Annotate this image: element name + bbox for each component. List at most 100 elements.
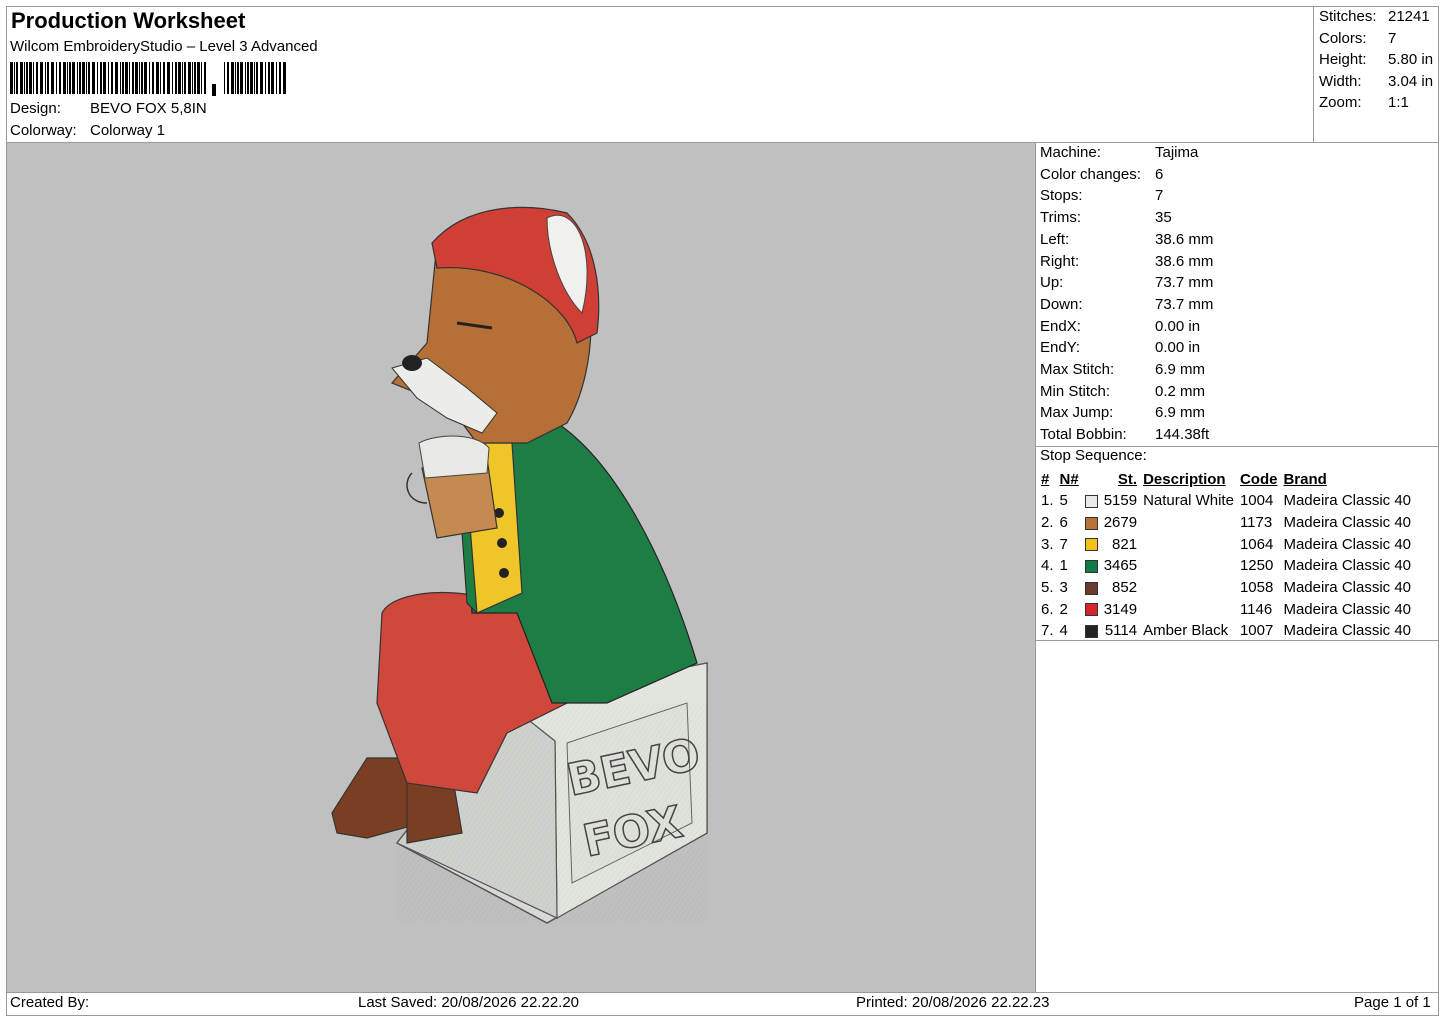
color-swatch bbox=[1082, 620, 1101, 642]
needle-number: 3 bbox=[1059, 579, 1068, 597]
color-swatch bbox=[1082, 533, 1101, 555]
created-by: Created By: bbox=[10, 994, 90, 1011]
stat-zoom: Zoom: 1:1 bbox=[1319, 94, 1409, 111]
info-label: Min Stitch: bbox=[1040, 382, 1111, 400]
table-row: 3. 7 821 1064 Madeira Classic 40 bbox=[1038, 533, 1414, 555]
color-description bbox=[1140, 577, 1237, 599]
info-label: Up: bbox=[1040, 274, 1064, 292]
thread-swatch bbox=[1084, 559, 1098, 573]
info-row: Max Jump: 6.9 mm bbox=[1040, 404, 1205, 421]
thread-swatch bbox=[1084, 516, 1098, 530]
info-label: Color changes: bbox=[1040, 165, 1141, 183]
worksheet-footer: Created By: Last Saved: 20/08/2026 22.22… bbox=[6, 992, 1439, 1016]
info-value: 144.38ft bbox=[1155, 426, 1210, 444]
color-description: Amber Black bbox=[1143, 622, 1229, 640]
stitch-count: 3465 bbox=[1103, 557, 1138, 575]
info-value: 7 bbox=[1155, 187, 1164, 205]
thread-swatch bbox=[1084, 625, 1098, 638]
table-row: 5. 3 852 1058 Madeira Classic 40 bbox=[1038, 577, 1414, 599]
info-value: 0.00 in bbox=[1155, 339, 1201, 357]
needle-number: 6 bbox=[1059, 514, 1068, 532]
col-number: # bbox=[1041, 471, 1050, 488]
info-row: Stops: 7 bbox=[1040, 187, 1163, 204]
table-row: 7. 4 5114 Amber Black 1007 Madeira Classic 40 bbox=[1038, 620, 1414, 642]
thread-code: 1064 bbox=[1239, 535, 1274, 553]
col-swatch bbox=[1082, 469, 1101, 490]
info-value: 38.6 mm bbox=[1155, 230, 1214, 248]
table-row: 4. 1 3465 1250 Madeira Classic 40 bbox=[1038, 555, 1414, 577]
info-row: EndY: 0.00 in bbox=[1040, 339, 1200, 356]
stitch-count: 3149 bbox=[1103, 600, 1138, 618]
color-swatch bbox=[1082, 577, 1101, 599]
info-row: Min Stitch: 0.2 mm bbox=[1040, 383, 1205, 400]
thread-brand: Madeira Classic 40 bbox=[1283, 579, 1412, 597]
info-row: EndX: 0.00 in bbox=[1040, 318, 1200, 335]
col-n: N# bbox=[1059, 471, 1079, 488]
color-swatch bbox=[1082, 555, 1101, 577]
thread-brand: Madeira Classic 40 bbox=[1283, 622, 1412, 640]
col-st: St. bbox=[1117, 471, 1138, 488]
info-label: EndX: bbox=[1040, 317, 1081, 335]
info-label: Machine: bbox=[1040, 144, 1101, 161]
info-label: Right: bbox=[1040, 252, 1080, 270]
thread-swatch bbox=[1084, 494, 1098, 508]
info-value: 73.7 mm bbox=[1155, 295, 1214, 313]
info-value: 38.6 mm bbox=[1155, 252, 1214, 270]
table-row: 2. 6 2679 1173 Madeira Classic 40 bbox=[1038, 512, 1414, 534]
last-saved: Last Saved: 20/08/2026 22.22.20 bbox=[358, 994, 580, 1011]
printed-date: Printed: 20/08/2026 22.22.23 bbox=[856, 994, 1050, 1011]
thread-brand: Madeira Classic 40 bbox=[1283, 535, 1412, 553]
info-row: Down: 73.7 mm bbox=[1040, 296, 1213, 313]
info-label: Trims: bbox=[1040, 209, 1082, 227]
info-row: Color changes: 6 bbox=[1040, 166, 1163, 183]
info-row: Total Bobbin: 144.38ft bbox=[1040, 426, 1209, 443]
stat-height: Height: 5.80 in bbox=[1319, 51, 1434, 68]
software-name: Wilcom EmbroideryStudio – Level 3 Advanc… bbox=[10, 38, 318, 55]
design-row: Design: BEVO FOX 5,8IN bbox=[10, 100, 207, 117]
needle-number: 7 bbox=[1059, 535, 1068, 553]
table-row: 1. 5 5159 Natural White 1004 Madeira Classic … bbox=[1038, 490, 1414, 512]
color-description bbox=[1140, 555, 1237, 577]
design-value: BEVO FOX 5,8IN bbox=[90, 100, 207, 117]
col-code: Code bbox=[1239, 471, 1278, 488]
sequence-number: 4. bbox=[1041, 557, 1054, 575]
table-header-row: # N# St. Description Code Brand bbox=[1038, 469, 1414, 490]
col-brand: Brand bbox=[1283, 471, 1327, 488]
mug bbox=[406, 435, 498, 539]
thread-code: 1004 bbox=[1239, 492, 1274, 510]
color-swatch bbox=[1082, 598, 1101, 620]
sequence-number: 6. bbox=[1041, 600, 1054, 618]
info-row: Max Stitch: 6.9 mm bbox=[1040, 361, 1205, 378]
stat-width: Width: 3.04 in bbox=[1319, 72, 1434, 90]
barcode bbox=[10, 62, 286, 96]
stitch-count: 2679 bbox=[1103, 514, 1138, 532]
info-value: Tajima bbox=[1155, 144, 1199, 161]
sequence-number: 7. bbox=[1041, 622, 1054, 640]
worksheet-header: Production Worksheet Wilcom EmbroiderySt… bbox=[6, 6, 1313, 142]
thread-swatch bbox=[1084, 603, 1098, 617]
sequence-number: 2. bbox=[1041, 514, 1054, 532]
needle-number: 1 bbox=[1059, 557, 1068, 575]
design-label: Design: bbox=[10, 100, 61, 117]
color-description: Natural White bbox=[1143, 492, 1234, 510]
colorway-value: Colorway 1 bbox=[90, 122, 166, 139]
info-label: Down: bbox=[1040, 295, 1083, 313]
color-swatch bbox=[1082, 512, 1101, 534]
stop-sequence-label: Stop Sequence: bbox=[1040, 447, 1147, 464]
stitch-count: 852 bbox=[1112, 579, 1138, 597]
color-swatch bbox=[1082, 490, 1101, 512]
thread-code: 1173 bbox=[1239, 514, 1273, 532]
needle-number: 2 bbox=[1059, 600, 1068, 618]
info-label: Max Jump: bbox=[1040, 404, 1114, 422]
stop-sequence-table: # N# St. Description Code Brand 1. 5 5159 N… bbox=[1038, 469, 1414, 642]
info-row: Machine: Tajima bbox=[1040, 144, 1198, 161]
stitch-count: 821 bbox=[1112, 535, 1138, 553]
thread-brand: Madeira Classic 40 bbox=[1283, 557, 1412, 575]
info-value: 73.7 mm bbox=[1155, 274, 1214, 292]
color-description bbox=[1140, 598, 1237, 620]
thread-swatch bbox=[1084, 581, 1098, 595]
thread-brand: Madeira Classic 40 bbox=[1283, 600, 1412, 618]
thread-code: 1250 bbox=[1239, 557, 1274, 575]
sequence-number: 5. bbox=[1041, 579, 1054, 597]
info-label: Total Bobbin: bbox=[1040, 426, 1127, 444]
